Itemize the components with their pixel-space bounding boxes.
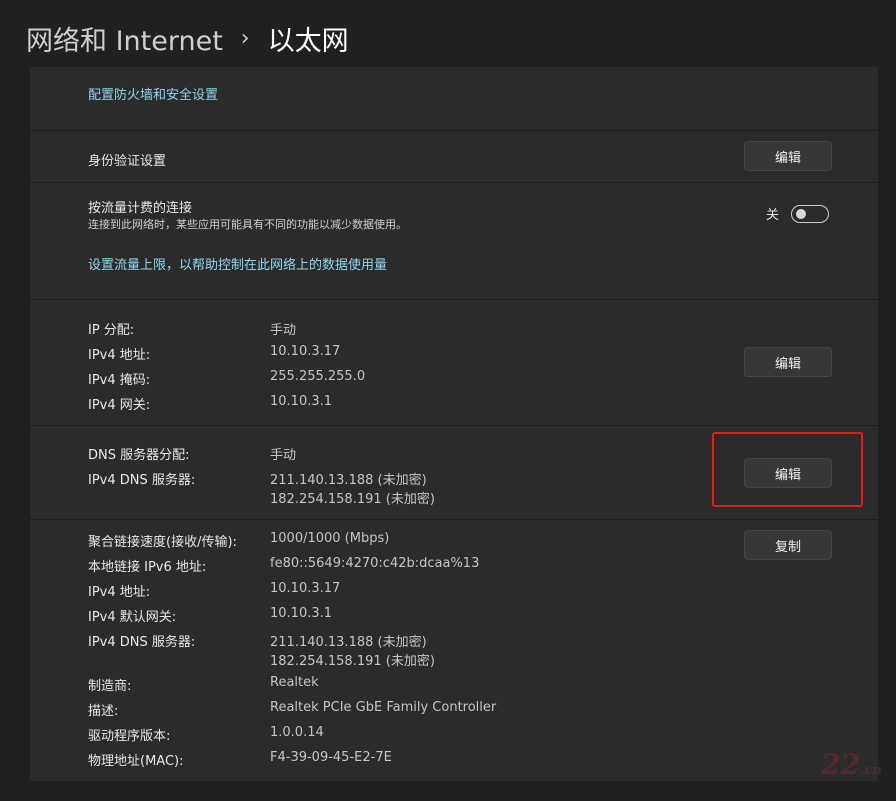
dns-edit-highlight-box xyxy=(712,432,863,507)
ipv6-address-value: fe80::5649:4270:c42b:dcaa%13 xyxy=(270,556,480,571)
description-label: 描述: xyxy=(88,704,119,719)
ipv4-gateway-label: IPv4 网关: xyxy=(88,398,151,413)
description-value: Realtek PCIe GbE Family Controller xyxy=(270,700,497,715)
metered-toggle-group: 关 xyxy=(766,204,830,223)
metered-toggle[interactable] xyxy=(791,204,830,223)
metered-toggle-state: 关 xyxy=(766,208,780,223)
firewall-settings-link[interactable]: 配置防火墙和安全设置 xyxy=(88,84,218,103)
ipv4-address-label: IPv4 地址: xyxy=(88,348,151,363)
dns-assign-value: 手动 xyxy=(270,448,297,463)
prop-dns-label: IPv4 DNS 服务器: xyxy=(88,635,196,650)
watermark-logo: 22.cn xyxy=(821,748,882,781)
ipv6-address-label: 本地链接 IPv6 地址: xyxy=(88,560,207,575)
ipv4-mask-label: IPv4 掩码: xyxy=(88,373,151,388)
manufacturer-value: Realtek xyxy=(270,675,319,690)
ip-assign-value: 手动 xyxy=(270,323,297,338)
dns-server-value-2: 182.254.158.191 (未加密) xyxy=(270,492,435,507)
metered-section: 按流量计费的连接 连接到此网络时，某些应用可能具有不同的功能以减少数据使用。 关… xyxy=(30,182,878,300)
auth-section: 身份验证设置 编辑 xyxy=(30,130,878,183)
copy-button[interactable]: 复制 xyxy=(744,530,832,560)
ip-edit-button[interactable]: 编辑 xyxy=(744,347,832,377)
dns-assign-label: DNS 服务器分配: xyxy=(88,448,190,463)
prop-gateway-label: IPv4 默认网关: xyxy=(88,610,177,625)
dns-server-value-1: 211.140.13.188 (未加密) xyxy=(270,473,427,488)
mac-address-label: 物理地址(MAC): xyxy=(88,754,184,769)
breadcrumb: 网络和 Internet › 以太网 xyxy=(26,18,349,58)
dns-server-label: IPv4 DNS 服务器: xyxy=(88,473,196,488)
page-title: 以太网 xyxy=(267,25,349,57)
firewall-section: 配置防火墙和安全设置 xyxy=(30,67,878,130)
ipv4-gateway-value: 10.10.3.1 xyxy=(270,394,333,409)
toggle-knob xyxy=(796,208,807,219)
chevron-right-icon: › xyxy=(240,25,250,51)
link-speed-value: 1000/1000 (Mbps) xyxy=(270,531,390,546)
prop-gateway-value: 10.10.3.1 xyxy=(270,606,333,621)
prop-ipv4-value: 10.10.3.17 xyxy=(270,581,341,596)
ipv4-address-value: 10.10.3.17 xyxy=(270,344,341,359)
driver-version-value: 1.0.0.14 xyxy=(270,725,324,740)
watermark-number: 22 xyxy=(821,748,861,781)
ip-assign-label: IP 分配: xyxy=(88,323,135,338)
ip-section: IP 分配: 手动 IPv4 地址: 10.10.3.17 IPv4 掩码: 2… xyxy=(30,299,878,426)
manufacturer-label: 制造商: xyxy=(88,679,132,694)
prop-ipv4-label: IPv4 地址: xyxy=(88,585,151,600)
prop-dns-value-2: 182.254.158.191 (未加密) xyxy=(270,654,435,669)
metered-title: 按流量计费的连接 xyxy=(88,201,193,216)
auth-edit-button[interactable]: 编辑 xyxy=(744,141,832,171)
ipv4-mask-value: 255.255.255.0 xyxy=(270,369,366,384)
driver-version-label: 驱动程序版本: xyxy=(88,729,171,744)
prop-dns-value-1: 211.140.13.188 (未加密) xyxy=(270,635,427,650)
properties-section: 聚合链接速度(接收/传输): 1000/1000 (Mbps) 本地链接 IPv… xyxy=(30,519,878,782)
mac-address-value: F4-39-09-45-E2-7E xyxy=(270,750,392,765)
data-limit-link[interactable]: 设置流量上限，以帮助控制在此网络上的数据使用量 xyxy=(88,254,387,273)
breadcrumb-parent[interactable]: 网络和 Internet xyxy=(26,19,223,58)
link-speed-label: 聚合链接速度(接收/传输): xyxy=(88,535,237,550)
watermark-domain: .cn xyxy=(860,763,882,778)
metered-description: 连接到此网络时，某些应用可能具有不同的功能以减少数据使用。 xyxy=(88,218,407,231)
auth-settings-label: 身份验证设置 xyxy=(88,154,167,169)
ethernet-settings-panel: 配置防火墙和安全设置 身份验证设置 编辑 按流量计费的连接 连接到此网络时，某些… xyxy=(30,67,878,781)
